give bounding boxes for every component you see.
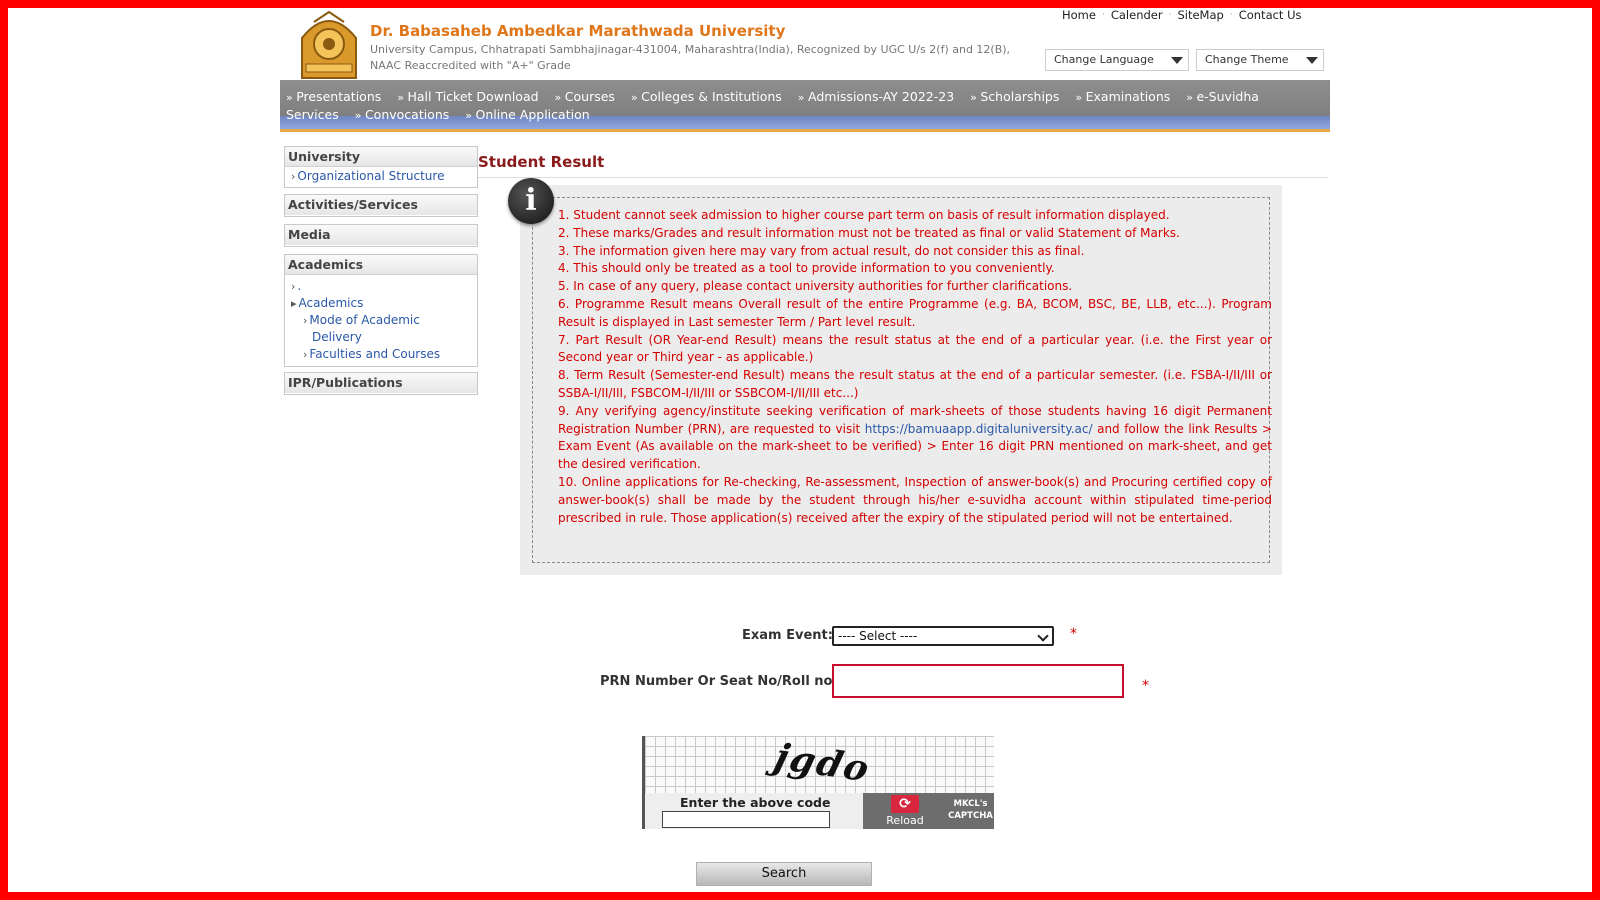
page-title: Student Result <box>478 153 605 171</box>
note-item: 8. Term Result (Semester-end Result) mea… <box>558 368 1272 400</box>
sidebar-heading-academics[interactable]: Academics <box>285 255 477 275</box>
sidebar-item-label: Academics <box>298 296 364 310</box>
required-mark: * <box>1142 678 1149 694</box>
top-link-home[interactable]: Home <box>1056 8 1102 24</box>
search-button[interactable]: Search <box>696 862 872 886</box>
sidebar-heading-media[interactable]: Media <box>285 225 477 245</box>
chevron-right-icon: › <box>291 170 296 183</box>
main-nav: Presentations Hall Ticket Download Cours… <box>280 80 1330 132</box>
sidebar-section-university: University › Organizational Structure <box>284 146 478 188</box>
note-item: 5. In case of any query, please contact … <box>558 279 1073 294</box>
reload-icon: ⟳ <box>891 795 919 813</box>
nav-items: Presentations Hall Ticket Download Cours… <box>286 88 1286 124</box>
top-link-sitemap[interactable]: SiteMap <box>1171 8 1229 24</box>
captcha-entry-area: Enter the above code <box>645 793 863 829</box>
nav-colleges-institutions[interactable]: Colleges & Institutions <box>631 89 782 104</box>
nav-admissions[interactable]: Admissions-AY 2022-23 <box>798 89 954 104</box>
note-item: 6. Programme Result means Overall result… <box>558 296 1272 329</box>
sidebar-heading-ipr[interactable]: IPR/Publications <box>285 373 477 393</box>
captcha-brand: MKCL's CAPTCHA <box>947 793 994 829</box>
sidebar-item-label: Delivery <box>312 330 362 344</box>
chevron-down-icon <box>1306 57 1318 64</box>
sidebar-heading-activities[interactable]: Activities/Services <box>285 195 477 215</box>
captcha-image: jgdo <box>645 736 994 793</box>
prn-label: PRN Number Or Seat No/Roll no: <box>600 674 838 689</box>
change-theme-select[interactable]: Change Theme <box>1196 49 1324 71</box>
university-name: Dr. Babasaheb Ambedkar Marathwada Univer… <box>370 22 786 40</box>
university-subtitle-line2: NAAC Reaccredited with "A+" Grade <box>370 59 571 72</box>
note-item: 2. These marks/Grades and result informa… <box>558 225 1180 240</box>
captcha-brand-line2: CAPTCHA <box>948 811 993 821</box>
exam-event-selected: ---- Select ---- <box>838 629 918 643</box>
nav-examinations[interactable]: Examinations <box>1075 89 1170 104</box>
nav-e-suvidha[interactable]: e-Suvidha <box>1186 89 1259 104</box>
sidebar-item-mode-of-academic-delivery[interactable]: › Mode of Academic Delivery <box>285 312 477 346</box>
reload-label: Reload <box>886 814 924 827</box>
result-notes: 1. Student cannot seek admission to high… <box>558 207 1272 527</box>
top-links: Home · Calender · SiteMap · Contact Us <box>1056 8 1308 24</box>
sidebar-item-label: Organizational Structure <box>297 169 445 183</box>
sidebar-heading-university[interactable]: University <box>285 147 477 167</box>
sidebar-item-academics[interactable]: ▸ Academics <box>285 295 477 312</box>
exam-event-select[interactable]: ---- Select ---- <box>832 626 1054 646</box>
top-link-contact-us[interactable]: Contact Us <box>1233 8 1308 24</box>
note-item: 3. The information given here may vary f… <box>558 243 1085 258</box>
change-language-label: Change Language <box>1054 53 1154 66</box>
note-item: 7. Part Result (OR Year-end Result) mean… <box>558 332 1272 365</box>
note-item: 10. Online applications for Re-checking,… <box>558 474 1272 525</box>
top-link-calender[interactable]: Calender <box>1105 8 1169 24</box>
captcha-widget: jgdo Enter the above code ⟳ Reload MKCL'… <box>642 736 994 829</box>
sidebar-item-dot[interactable]: ›. <box>285 275 477 295</box>
chevron-right-icon: › <box>303 314 308 327</box>
note-item: 4. This should only be treated as a tool… <box>558 261 1055 276</box>
nav-convocations[interactable]: Convocations <box>355 107 450 122</box>
university-logo <box>301 10 357 79</box>
university-subtitle-line1: University Campus, Chhatrapati Sambhajin… <box>370 43 1011 56</box>
sidebar-section-activities: Activities/Services <box>284 194 478 217</box>
nav-e-suvidha-services[interactable]: Services <box>286 107 339 122</box>
info-icon: i <box>508 178 554 224</box>
sidebar-item-label: . <box>297 279 302 293</box>
page-frame: Dr. Babasaheb Ambedkar Marathwada Univer… <box>8 8 1592 892</box>
prn-input[interactable] <box>832 664 1124 698</box>
captcha-brand-line1: MKCL's <box>953 799 988 809</box>
required-mark: * <box>1070 626 1077 642</box>
university-subtitle: University Campus, Chhatrapati Sambhajin… <box>370 42 1020 74</box>
nav-hall-ticket-download[interactable]: Hall Ticket Download <box>397 89 538 104</box>
sidebar-section-academics: Academics ›. ▸ Academics › Mode of Academi… <box>284 254 478 367</box>
captcha-label: Enter the above code <box>680 795 831 810</box>
verification-link[interactable]: https://bamuaapp.digitaluniversity.ac/ <box>865 422 1093 436</box>
caret-right-icon: ▸ <box>291 297 297 310</box>
change-language-select[interactable]: Change Language <box>1045 49 1189 71</box>
chevron-down-icon <box>1171 57 1183 64</box>
nav-scholarships[interactable]: Scholarships <box>970 89 1059 104</box>
captcha-code: jgdo <box>770 735 876 791</box>
change-theme-label: Change Theme <box>1205 53 1289 66</box>
sidebar-item-organizational-structure[interactable]: › Organizational Structure <box>285 167 477 185</box>
chevron-down-icon <box>1037 630 1049 642</box>
title-divider <box>478 177 1328 178</box>
note-item: 1. Student cannot seek admission to high… <box>558 208 1170 222</box>
nav-online-application[interactable]: Online Application <box>465 107 589 122</box>
sidebar-section-media: Media <box>284 224 478 247</box>
exam-event-label: Exam Event: <box>742 628 833 643</box>
sidebar-item-label: Mode of Academic <box>309 313 420 327</box>
nav-presentations[interactable]: Presentations <box>286 89 381 104</box>
captcha-input[interactable] <box>662 811 830 828</box>
chevron-right-icon: › <box>291 280 296 293</box>
sidebar-section-ipr: IPR/Publications <box>284 372 478 395</box>
nav-courses[interactable]: Courses <box>555 89 615 104</box>
note-item-9: 9. Any verifying agency/institute seekin… <box>558 403 1272 474</box>
sidebar-item-faculties-and-courses[interactable]: › Faculties and Courses <box>285 346 477 363</box>
captcha-reload-button[interactable]: ⟳ Reload <box>863 793 947 829</box>
sidebar-item-label: Faculties and Courses <box>309 347 441 361</box>
chevron-right-icon: › <box>303 348 308 361</box>
